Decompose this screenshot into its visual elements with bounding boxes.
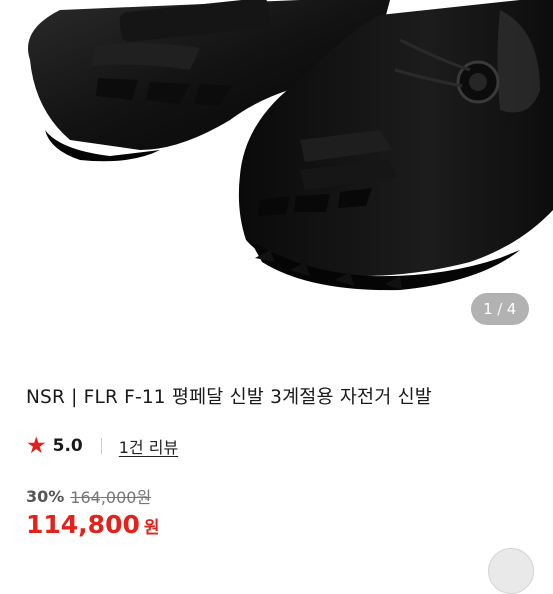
floating-button[interactable] <box>488 548 534 594</box>
review-count-link[interactable]: 1건 리뷰 <box>119 434 178 458</box>
star-icon: ★ <box>26 432 47 459</box>
product-image-gallery[interactable]: 1/4 <box>0 0 553 345</box>
image-counter-badge: 1/4 <box>471 293 529 325</box>
discount-row: 30% 164,000원 <box>26 484 151 508</box>
product-title: NSR | FLR F-11 평페달 신발 3계절용 자전거 신발 <box>26 387 433 408</box>
image-index: 1 <box>483 300 494 318</box>
rating-divider <box>100 438 102 454</box>
final-price-row: 114,800 원 <box>26 510 160 539</box>
original-price: 164,000원 <box>70 488 152 507</box>
rating-score: 5.0 <box>52 436 83 456</box>
image-counter-separator: / <box>497 300 503 318</box>
discount-rate: 30% <box>26 486 65 506</box>
final-price: 114,800 <box>26 510 140 539</box>
price-unit: 원 <box>143 518 160 538</box>
product-image <box>28 0 553 291</box>
rating-row: ★ 5.0 1건 리뷰 <box>26 432 178 460</box>
image-total: 4 <box>506 300 517 318</box>
